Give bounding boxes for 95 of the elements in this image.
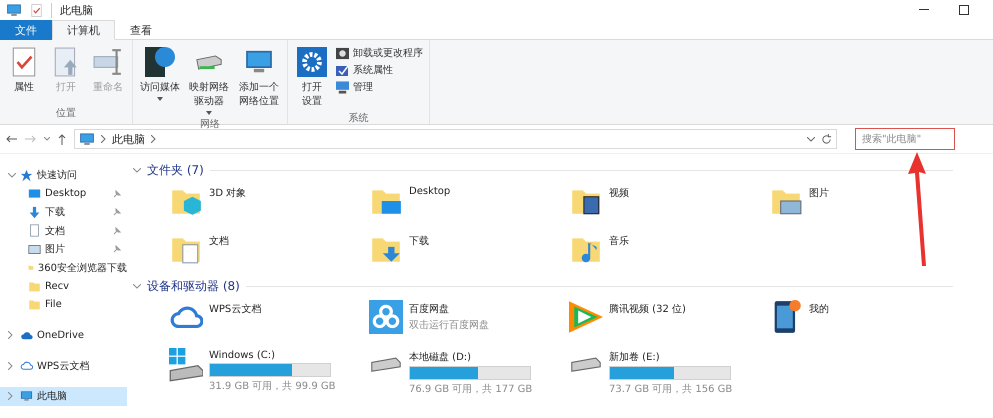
cloud-app-icon (369, 300, 403, 334)
item-tile[interactable]: 音乐 (569, 228, 769, 276)
ribbon-button[interactable]: 管理 (334, 79, 425, 95)
computer-icon (20, 391, 33, 402)
ribbon-button[interactable]: 访问媒体 (137, 43, 183, 117)
item-name: 下载 (409, 234, 429, 248)
item-tile[interactable]: 图片 (769, 180, 969, 228)
monitor-icon (336, 80, 349, 94)
item-tile[interactable]: Desktop (369, 180, 569, 228)
dropdown-icon (807, 136, 815, 142)
sidebar-item[interactable]: File (0, 296, 127, 314)
item-name: Windows (C:) (209, 350, 276, 361)
ribbon-button[interactable]: 卸载或更改程序 (334, 45, 425, 61)
drive-icon (569, 357, 603, 373)
ribbon-button[interactable]: 映射网络驱动器 (185, 43, 233, 117)
play-icon (569, 300, 603, 334)
ribbon-tab[interactable]: 计算机 (52, 20, 115, 40)
item-subtitle: 双击运行百度网盘 (409, 318, 489, 332)
item-tile[interactable]: 腾讯视频 (32 位) (569, 296, 769, 344)
window-title: 此电脑 (51, 2, 93, 18)
star-icon (20, 168, 33, 182)
item-name: 腾讯视频 (32 位) (609, 302, 686, 316)
media-icon (145, 47, 175, 77)
item-tile[interactable]: 3D 对象 (169, 180, 369, 228)
monitor-check-icon (336, 64, 349, 76)
sidebar-item[interactable]: WPS云文档 (0, 356, 127, 375)
rename-icon (93, 47, 123, 77)
sidebar-item[interactable]: 文档 (0, 222, 127, 240)
ribbon-button[interactable]: 属性 (4, 43, 44, 106)
computer-icon (79, 132, 95, 146)
sidebar-item[interactable]: 图片 (0, 240, 127, 258)
ribbon-button[interactable]: 打开设置 (292, 43, 332, 111)
sidebar-item[interactable]: 360安全浏览器下载 (0, 258, 127, 277)
group-label: 位置 (55, 106, 77, 121)
ribbon-tab[interactable]: 查看 (115, 20, 167, 40)
item-tile[interactable]: 百度网盘 双击运行百度网盘 (369, 296, 569, 344)
checklist-icon (30, 4, 43, 16)
item-name: 文档 (209, 234, 229, 248)
item-name: Desktop (409, 186, 450, 197)
group-label: 系统 (348, 112, 370, 126)
item-tile[interactable]: 下载 (369, 228, 569, 276)
drive-icon (369, 357, 403, 373)
storage-info: 31.9 GB 可用，共 99.9 GB (209, 380, 336, 393)
item-name: 音乐 (609, 234, 629, 248)
chevron-icon (101, 135, 106, 143)
back-icon[interactable] (6, 135, 17, 143)
item-tile[interactable]: WPS云文档 (169, 296, 369, 344)
cloud-icon (20, 330, 33, 340)
folder-icon (28, 280, 41, 293)
picture-icon (28, 244, 41, 254)
ribbon-button[interactable]: 系统属性 (334, 62, 425, 78)
sidebar-item[interactable]: 此电脑 (0, 387, 127, 406)
item-name: 视频 (609, 186, 629, 200)
chevron-icon (151, 135, 156, 143)
desktop-icon (28, 189, 41, 198)
monitor-icon (244, 50, 274, 74)
item-name: 百度网盘 (409, 302, 450, 316)
computer-icon (6, 4, 22, 16)
sidebar-item[interactable]: 下载 (0, 203, 127, 222)
sidebar-item[interactable]: Desktop (0, 184, 127, 203)
item-name: WPS云文档 (209, 302, 262, 316)
download-icon (28, 206, 41, 219)
cloud-icon (20, 361, 33, 370)
address-bar[interactable]: 此电脑 (74, 129, 837, 149)
maximize-icon (959, 5, 969, 15)
disc-icon (336, 46, 349, 60)
section-title[interactable]: 设备和驱动器 (8) (147, 278, 240, 294)
breadcrumb[interactable]: 此电脑 (112, 132, 145, 146)
refresh-icon (821, 134, 832, 144)
item-tile[interactable]: 我的 (769, 296, 969, 344)
ribbon-tab[interactable]: 文件 (0, 20, 52, 40)
document-icon (28, 224, 41, 238)
cloud-icon (169, 305, 203, 329)
ribbon-button[interactable]: 添加一个网络位置 (235, 43, 283, 117)
item-name: 我的 (809, 302, 829, 316)
item-name: 图片 (809, 186, 829, 200)
settings-icon (297, 47, 327, 77)
search-field[interactable]: 搜索"此电脑" (855, 128, 955, 150)
section-title[interactable]: 文件夹 (7) (147, 162, 204, 178)
windows-drive-icon (169, 348, 203, 382)
item-name: 新加卷 (E:) (609, 350, 661, 364)
item-name: 本地磁盘 (D:) (409, 350, 472, 364)
group-label: 网络 (199, 118, 221, 132)
up-icon[interactable] (58, 134, 66, 144)
item-name: 3D 对象 (209, 186, 246, 200)
item-tile[interactable]: Windows (C:) 31.9 GB 可用，共 99.9 GB (169, 344, 369, 392)
folder-icon (28, 298, 41, 312)
minimize-icon (919, 9, 929, 11)
sidebar-item[interactable]: 快速访问 (0, 166, 127, 184)
sidebar-item[interactable]: OneDrive (0, 326, 127, 344)
item-tile[interactable]: 文档 (169, 228, 369, 276)
sidebar-item[interactable]: Recv (0, 277, 127, 296)
dropdown-icon[interactable] (44, 137, 50, 141)
item-tile[interactable]: 视频 (569, 180, 769, 228)
drive-icon (194, 54, 224, 70)
